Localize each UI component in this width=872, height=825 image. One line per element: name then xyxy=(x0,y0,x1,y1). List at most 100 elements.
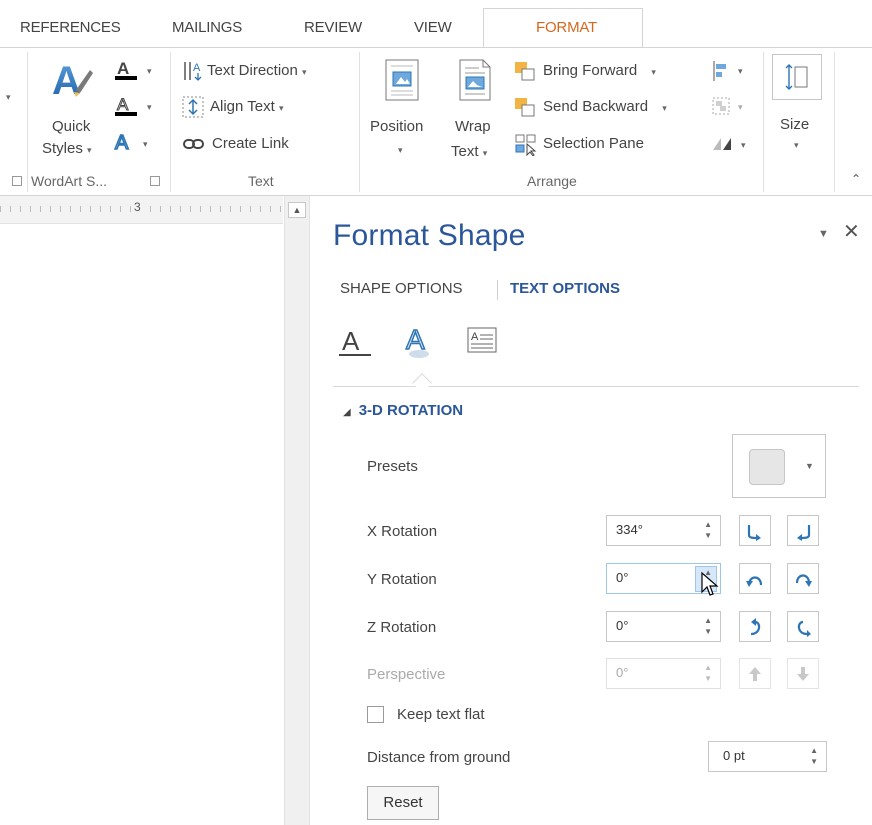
text-direction-button[interactable]: Text Direction ▾ xyxy=(207,62,307,79)
y-rotation-label: Y Rotation xyxy=(367,571,437,588)
align-dropdown[interactable]: ▾ xyxy=(738,66,743,77)
align-text-icon xyxy=(181,95,205,123)
wordart-group-launcher[interactable] xyxy=(150,176,160,186)
ruler-number: 3 xyxy=(132,200,143,214)
y-rotation-down-button[interactable] xyxy=(787,563,819,594)
preset-swatch xyxy=(749,449,785,485)
tab-format[interactable]: FORMAT xyxy=(536,19,597,36)
pane-separator xyxy=(333,386,859,387)
pane-title: Format Shape xyxy=(333,219,526,252)
text-effects-icon[interactable]: A xyxy=(112,130,136,158)
z-rotation-left-button[interactable] xyxy=(739,611,771,642)
size-button[interactable]: Size xyxy=(780,116,809,133)
arrange-group-label: Arrange xyxy=(527,173,577,189)
bring-forward-button[interactable]: Bring Forward ▾ xyxy=(543,62,656,79)
ribbon-top-border xyxy=(0,47,872,48)
x-rotation-stepper[interactable]: 334° ▲ ▼ xyxy=(606,515,721,546)
mouse-cursor-icon xyxy=(701,571,719,602)
bring-forward-icon xyxy=(514,61,536,85)
tab-mailings[interactable]: MAILINGS xyxy=(172,19,242,36)
perspective-increase-button xyxy=(739,658,771,689)
wrap-text-icon[interactable] xyxy=(457,58,493,106)
create-link-icon xyxy=(183,136,205,156)
chevron-down-icon: ▼ xyxy=(805,461,814,471)
position-button[interactable]: Position xyxy=(370,118,423,135)
perspective-label: Perspective xyxy=(367,666,446,683)
text-effects-dropdown[interactable]: ▾ xyxy=(143,139,148,150)
active-tab-pointer xyxy=(412,373,432,393)
textbox-icon[interactable]: A xyxy=(466,326,498,360)
size-dropdown[interactable]: ▾ xyxy=(794,140,799,151)
text-fill-dropdown[interactable]: ▾ xyxy=(147,66,152,77)
selection-pane-button[interactable]: Selection Pane xyxy=(543,135,644,152)
perspective-decrease-button xyxy=(787,658,819,689)
text-outline-dropdown[interactable]: ▾ xyxy=(147,102,152,113)
x-rotation-value[interactable]: 334° xyxy=(616,522,643,537)
section-3d-rotation[interactable]: ◢ 3-D ROTATION xyxy=(343,402,463,419)
group-separator xyxy=(763,52,764,192)
pane-options-dropdown[interactable]: ▼ xyxy=(818,228,829,240)
text-effects-icon[interactable]: A xyxy=(402,322,436,366)
spin-arrows[interactable]: ▲▼ xyxy=(704,615,712,637)
align-icon[interactable] xyxy=(711,60,731,86)
z-rotation-value[interactable]: 0° xyxy=(616,618,628,633)
svg-text:A: A xyxy=(342,326,360,356)
tab-text-options[interactable]: TEXT OPTIONS xyxy=(510,280,620,297)
y-rotation-up-button[interactable] xyxy=(739,563,771,594)
quick-styles-icon[interactable]: A xyxy=(50,56,94,112)
distance-from-ground-label: Distance from ground xyxy=(367,749,511,766)
position-dropdown[interactable]: ▾ xyxy=(398,145,403,156)
position-icon[interactable] xyxy=(383,58,421,106)
close-icon[interactable]: ✕ xyxy=(843,219,860,244)
quick-styles-label-2[interactable]: Styles ▾ xyxy=(42,140,92,157)
gallery-more-arrow[interactable]: ▾ xyxy=(6,92,11,103)
selection-pane-icon xyxy=(515,134,537,160)
wordart-group-launcher-left[interactable] xyxy=(12,176,22,186)
spin-arrows[interactable]: ▲▼ xyxy=(704,519,712,541)
wrap-text-label-1[interactable]: Wrap xyxy=(455,118,491,135)
text-fill-icon[interactable]: A xyxy=(114,58,138,86)
presets-label: Presets xyxy=(367,458,418,475)
x-rotation-label: X Rotation xyxy=(367,523,438,540)
vertical-scrollbar[interactable]: ▲ xyxy=(284,196,310,825)
svg-text:A: A xyxy=(117,59,129,78)
group-separator xyxy=(27,52,28,192)
z-rotation-label: Z Rotation xyxy=(367,619,437,636)
rotate-icon[interactable] xyxy=(711,134,735,158)
tab-divider xyxy=(497,280,498,300)
perspective-stepper: 0° ▲ ▼ xyxy=(606,658,721,689)
tab-shape-options[interactable]: SHAPE OPTIONS xyxy=(340,280,463,297)
svg-text:A: A xyxy=(117,95,129,114)
tab-references[interactable]: REFERENCES xyxy=(20,19,121,36)
horizontal-ruler: 3 xyxy=(0,196,283,224)
rotate-dropdown[interactable]: ▾ xyxy=(741,140,746,151)
distance-from-ground-value[interactable]: 0 pt xyxy=(723,748,745,763)
x-rotation-left-button[interactable] xyxy=(739,515,771,546)
create-link-button[interactable]: Create Link xyxy=(212,135,289,152)
keep-text-flat-checkbox[interactable] xyxy=(367,706,384,723)
text-fill-outline-icon[interactable]: A xyxy=(338,324,372,364)
size-icon[interactable] xyxy=(772,54,822,100)
tab-view[interactable]: VIEW xyxy=(414,19,452,36)
presets-dropdown[interactable]: ▼ xyxy=(732,434,826,498)
tab-review[interactable]: REVIEW xyxy=(304,19,362,36)
text-outline-icon[interactable]: A xyxy=(114,94,138,122)
reset-button[interactable]: Reset xyxy=(367,786,439,820)
x-rotation-right-button[interactable] xyxy=(787,515,819,546)
group-icon[interactable] xyxy=(711,96,731,122)
y-rotation-value[interactable]: 0° xyxy=(616,570,628,585)
align-text-button[interactable]: Align Text ▾ xyxy=(210,98,283,115)
quick-styles-label-1[interactable]: Quick xyxy=(52,118,90,135)
wrap-text-label-2[interactable]: Text ▾ xyxy=(451,143,487,160)
z-rotation-right-button[interactable] xyxy=(787,611,819,642)
keep-text-flat-label[interactable]: Keep text flat xyxy=(397,706,485,723)
distance-from-ground-stepper[interactable]: 0 pt ▲ ▼ xyxy=(708,741,827,772)
spin-arrows[interactable]: ▲▼ xyxy=(810,745,818,767)
send-backward-button[interactable]: Send Backward ▾ xyxy=(543,98,667,115)
text-direction-icon: A xyxy=(181,59,205,87)
scroll-up-button[interactable]: ▲ xyxy=(288,202,306,218)
spin-arrows: ▲ ▼ xyxy=(704,663,712,683)
z-rotation-stepper[interactable]: 0° ▲ ▼ xyxy=(606,611,721,642)
group-dropdown[interactable]: ▾ xyxy=(738,102,743,113)
collapse-ribbon-icon[interactable]: ⌃ xyxy=(851,172,861,186)
